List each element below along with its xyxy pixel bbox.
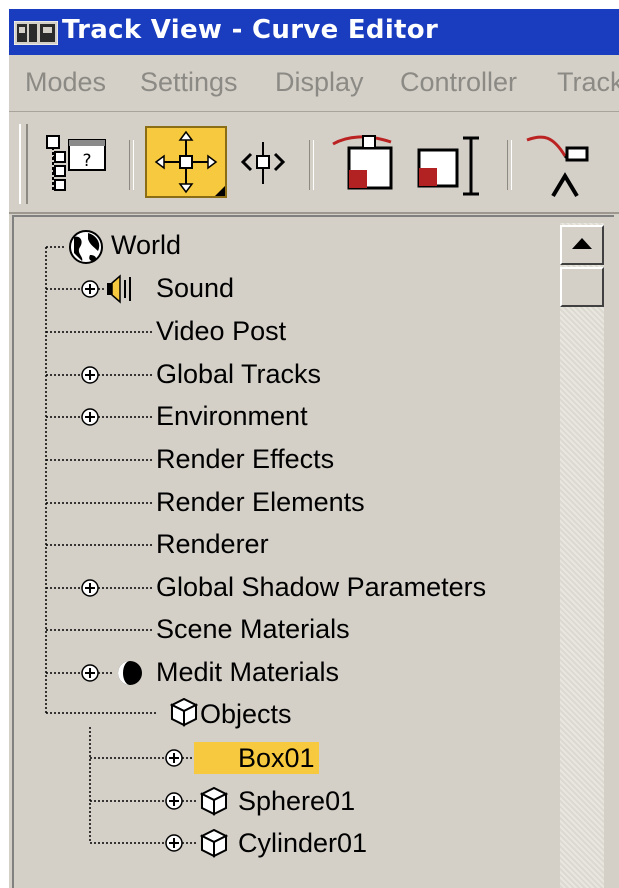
- menu-modes[interactable]: Modes: [25, 67, 106, 98]
- menu-settings[interactable]: Settings: [140, 67, 238, 98]
- hierarchy-icon[interactable]: ?: [39, 126, 113, 198]
- expand-toggle-cylinder01[interactable]: [165, 834, 183, 852]
- expand-toggle-global-shadow[interactable]: [81, 579, 99, 597]
- globe-icon: [69, 230, 103, 264]
- toolbar-separator: [309, 140, 314, 190]
- expand-toggle-environment[interactable]: [81, 408, 99, 426]
- track-tree: World Sound Video Post Global Tracks Env…: [12, 215, 614, 888]
- tree-node-box01[interactable]: Box01: [194, 742, 319, 774]
- toolbar: ?: [9, 112, 619, 214]
- menu-bar: Modes Settings Display Controller Track: [9, 55, 619, 112]
- vertical-scrollbar[interactable]: [560, 223, 604, 888]
- tree-node-cylinder01[interactable]: Cylinder01: [238, 827, 367, 859]
- menu-controller[interactable]: Controller: [400, 67, 517, 98]
- speaker-icon: [107, 274, 131, 304]
- tree-node-render-elements[interactable]: Render Elements: [156, 486, 365, 518]
- toolbar-gripper[interactable]: [19, 124, 28, 204]
- scroll-thumb[interactable]: [560, 267, 604, 307]
- expand-toggle-box01[interactable]: [165, 749, 183, 767]
- toolbar-separator: [129, 140, 134, 190]
- menu-track[interactable]: Track: [557, 67, 619, 98]
- app-icon: [14, 21, 58, 45]
- tree-node-global-tracks[interactable]: Global Tracks: [156, 358, 321, 390]
- tree-node-global-shadow-parameters[interactable]: Global Shadow Parameters: [156, 571, 486, 603]
- tree-node-sphere01[interactable]: Sphere01: [238, 785, 355, 817]
- toolbar-separator: [507, 140, 512, 190]
- menu-display[interactable]: Display: [275, 67, 364, 98]
- window-title: Track View - Curve Editor: [62, 15, 439, 45]
- material-sphere-icon: [118, 661, 142, 685]
- tree-node-environment[interactable]: Environment: [156, 400, 308, 432]
- arrow-up-icon: [572, 238, 592, 249]
- cylinder-cube-icon: [199, 828, 229, 858]
- tree-node-renderer[interactable]: Renderer: [156, 528, 269, 560]
- scroll-up-button[interactable]: [560, 225, 604, 265]
- tree-node-sound[interactable]: Sound: [156, 272, 234, 304]
- sphere-cube-icon: [199, 786, 229, 816]
- title-bar[interactable]: Track View - Curve Editor: [9, 9, 619, 55]
- object-cube-icon: [169, 697, 199, 727]
- scale-values-icon[interactable]: [411, 126, 491, 198]
- expand-toggle-medit[interactable]: [81, 664, 99, 682]
- svg-text:?: ?: [82, 151, 91, 171]
- track-view-window: Track View - Curve Editor Modes Settings…: [9, 9, 619, 888]
- tree-node-medit-materials[interactable]: Medit Materials: [156, 656, 339, 688]
- tree-node-video-post[interactable]: Video Post: [156, 315, 286, 347]
- tree-node-world[interactable]: World: [111, 229, 181, 261]
- move-keys-icon[interactable]: [145, 126, 227, 198]
- expand-toggle-global-tracks[interactable]: [81, 366, 99, 384]
- tree-node-objects[interactable]: Objects: [200, 698, 292, 730]
- expand-toggle-sphere01[interactable]: [165, 792, 183, 810]
- tree-node-scene-materials[interactable]: Scene Materials: [156, 613, 350, 645]
- slide-keys-icon[interactable]: [235, 126, 291, 198]
- add-keys-icon[interactable]: [523, 126, 613, 198]
- scale-keys-icon[interactable]: [327, 126, 397, 198]
- tree-node-box01-label: Box01: [238, 743, 315, 773]
- tree-node-render-effects[interactable]: Render Effects: [156, 443, 334, 475]
- expand-toggle-sound[interactable]: [81, 280, 99, 298]
